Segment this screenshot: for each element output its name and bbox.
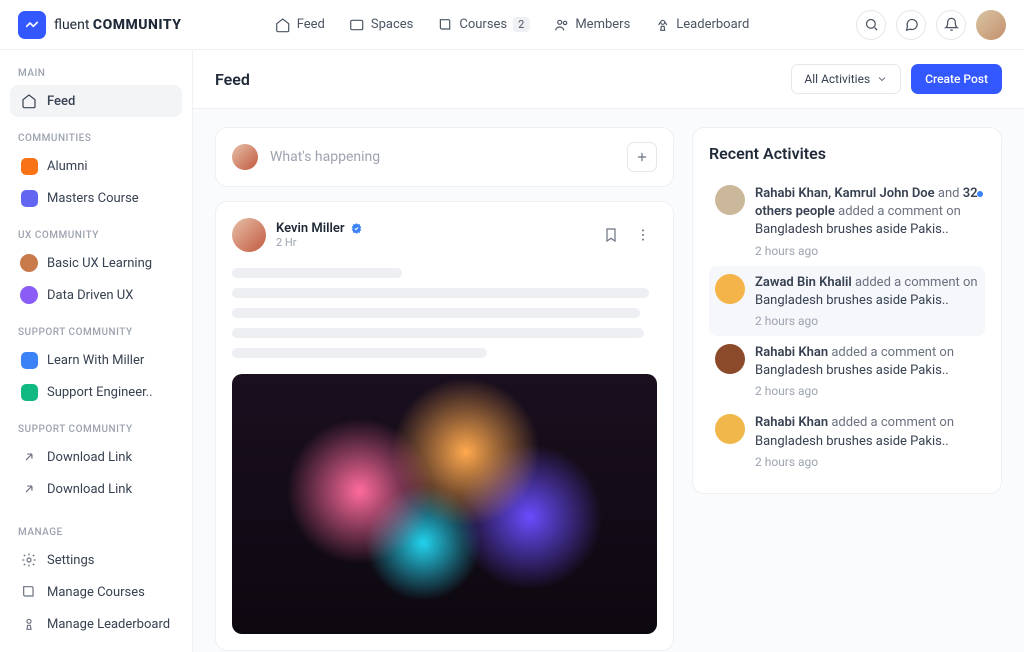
leaderboard-icon xyxy=(20,615,38,633)
sidebar-label-support: SUPPORT COMMUNITY xyxy=(10,321,182,344)
sidebar-download-1[interactable]: Download Link xyxy=(10,441,182,473)
gear-icon xyxy=(20,551,38,569)
unread-dot xyxy=(977,191,983,197)
activity-text: Zawad Bin Khalil added a comment on Bang… xyxy=(755,274,979,310)
sidebar: MAIN Feed COMMUNITIES Alumni Masters Cou… xyxy=(0,50,193,652)
activity-item[interactable]: Rahabi Khan added a comment on Banglades… xyxy=(709,336,985,406)
nav-members[interactable]: Members xyxy=(553,17,630,33)
sidebar-manage-courses[interactable]: Manage Courses xyxy=(10,576,182,608)
composer-placeholder: What's happening xyxy=(270,149,615,165)
create-post-button[interactable]: Create Post xyxy=(911,64,1002,94)
activities-title: Recent Activites xyxy=(709,144,985,163)
filter-dropdown[interactable]: All Activities xyxy=(791,64,901,94)
verified-icon xyxy=(350,222,363,235)
nav-spaces[interactable]: Spaces xyxy=(349,17,414,33)
logo[interactable]: fluent COMMUNITY xyxy=(18,11,181,39)
dot-icon xyxy=(21,384,38,401)
avatar-icon xyxy=(20,286,38,304)
sidebar-settings[interactable]: Settings xyxy=(10,544,182,576)
activity-time: 2 hours ago xyxy=(755,455,979,469)
sidebar-support-eng[interactable]: Support Engineer.. xyxy=(10,376,182,408)
brand-name: fluent COMMUNITY xyxy=(54,17,181,33)
sidebar-label-ux: UX COMMUNITY xyxy=(10,224,182,247)
activity-avatar xyxy=(715,344,745,374)
nav-leaderboard[interactable]: Leaderboard xyxy=(654,17,749,33)
topbar: fluent COMMUNITY Feed Spaces Courses 2 M… xyxy=(0,0,1024,50)
avatar-icon xyxy=(20,254,38,272)
activity-avatar xyxy=(715,185,745,215)
notifications-button[interactable] xyxy=(936,10,966,40)
composer[interactable]: What's happening xyxy=(215,127,674,187)
activity-text: Rahabi Khan added a comment on Banglades… xyxy=(755,344,979,380)
sidebar-masters[interactable]: Masters Course xyxy=(10,182,182,214)
page-title: Feed xyxy=(215,70,250,89)
dot-icon xyxy=(21,158,38,175)
composer-avatar xyxy=(232,144,258,170)
activity-item[interactable]: Zawad Bin Khalil added a comment on Bang… xyxy=(709,266,985,336)
home-icon xyxy=(20,92,38,110)
bookmark-button[interactable] xyxy=(597,221,625,249)
sidebar-label-main: MAIN xyxy=(10,62,182,85)
post-author-avatar[interactable] xyxy=(232,218,266,252)
post-image[interactable] xyxy=(232,374,657,634)
post-time: 2 Hr xyxy=(276,236,363,249)
book-icon xyxy=(20,583,38,601)
external-link-icon xyxy=(20,448,38,466)
activity-item[interactable]: Rahabi Khan added a comment on Banglades… xyxy=(709,406,985,476)
nav-courses[interactable]: Courses 2 xyxy=(437,17,529,33)
courses-badge: 2 xyxy=(513,17,529,32)
activity-item[interactable]: Rahabi Khan, Kamrul John Doe and 32 othe… xyxy=(709,177,985,266)
activity-avatar xyxy=(715,274,745,304)
sidebar-download-2[interactable]: Download Link xyxy=(10,473,182,505)
post-menu-button[interactable] xyxy=(629,221,657,249)
sidebar-alumni[interactable]: Alumni xyxy=(10,150,182,182)
activity-avatar xyxy=(715,414,745,444)
activity-time: 2 hours ago xyxy=(755,314,979,328)
recent-activities-panel: Recent Activites Rahabi Khan, Kamrul Joh… xyxy=(692,127,1002,494)
sidebar-feed[interactable]: Feed xyxy=(10,85,182,117)
bookmark-icon xyxy=(603,227,619,243)
activity-time: 2 hours ago xyxy=(755,244,979,258)
sidebar-data-ux[interactable]: Data Driven UX xyxy=(10,279,182,311)
chevron-down-icon xyxy=(876,73,888,85)
post-card: Kevin Miller 2 Hr xyxy=(215,201,674,651)
sidebar-manage-leaderboard[interactable]: Manage Leaderboard xyxy=(10,608,182,640)
post-placeholder-text xyxy=(232,268,657,358)
chat-button[interactable] xyxy=(896,10,926,40)
activity-text: Rahabi Khan, Kamrul John Doe and 32 othe… xyxy=(755,185,979,240)
top-nav: Feed Spaces Courses 2 Members Leaderboar… xyxy=(275,17,750,33)
sidebar-basic-ux[interactable]: Basic UX Learning xyxy=(10,247,182,279)
sidebar-learn-miller[interactable]: Learn With Miller xyxy=(10,344,182,376)
sidebar-label-support2: SUPPORT COMMUNITY xyxy=(10,418,182,441)
topbar-right xyxy=(856,10,1006,40)
dot-icon xyxy=(21,352,38,369)
page-header: Feed All Activities Create Post xyxy=(193,50,1024,109)
more-vertical-icon xyxy=(635,227,651,243)
post-author-name[interactable]: Kevin Miller xyxy=(276,221,345,236)
sidebar-label-manage: MANAGE xyxy=(10,521,182,544)
dot-icon xyxy=(21,190,38,207)
composer-add-button[interactable] xyxy=(627,142,657,172)
nav-feed[interactable]: Feed xyxy=(275,17,325,33)
main-content: Feed All Activities Create Post What's h… xyxy=(193,50,1024,652)
activity-text: Rahabi Khan added a comment on Banglades… xyxy=(755,414,979,450)
activity-time: 2 hours ago xyxy=(755,384,979,398)
plus-icon xyxy=(635,150,649,164)
search-button[interactable] xyxy=(856,10,886,40)
logo-icon xyxy=(18,11,46,39)
user-avatar[interactable] xyxy=(976,10,1006,40)
external-link-icon xyxy=(20,480,38,498)
sidebar-label-communities: COMMUNITIES xyxy=(10,127,182,150)
